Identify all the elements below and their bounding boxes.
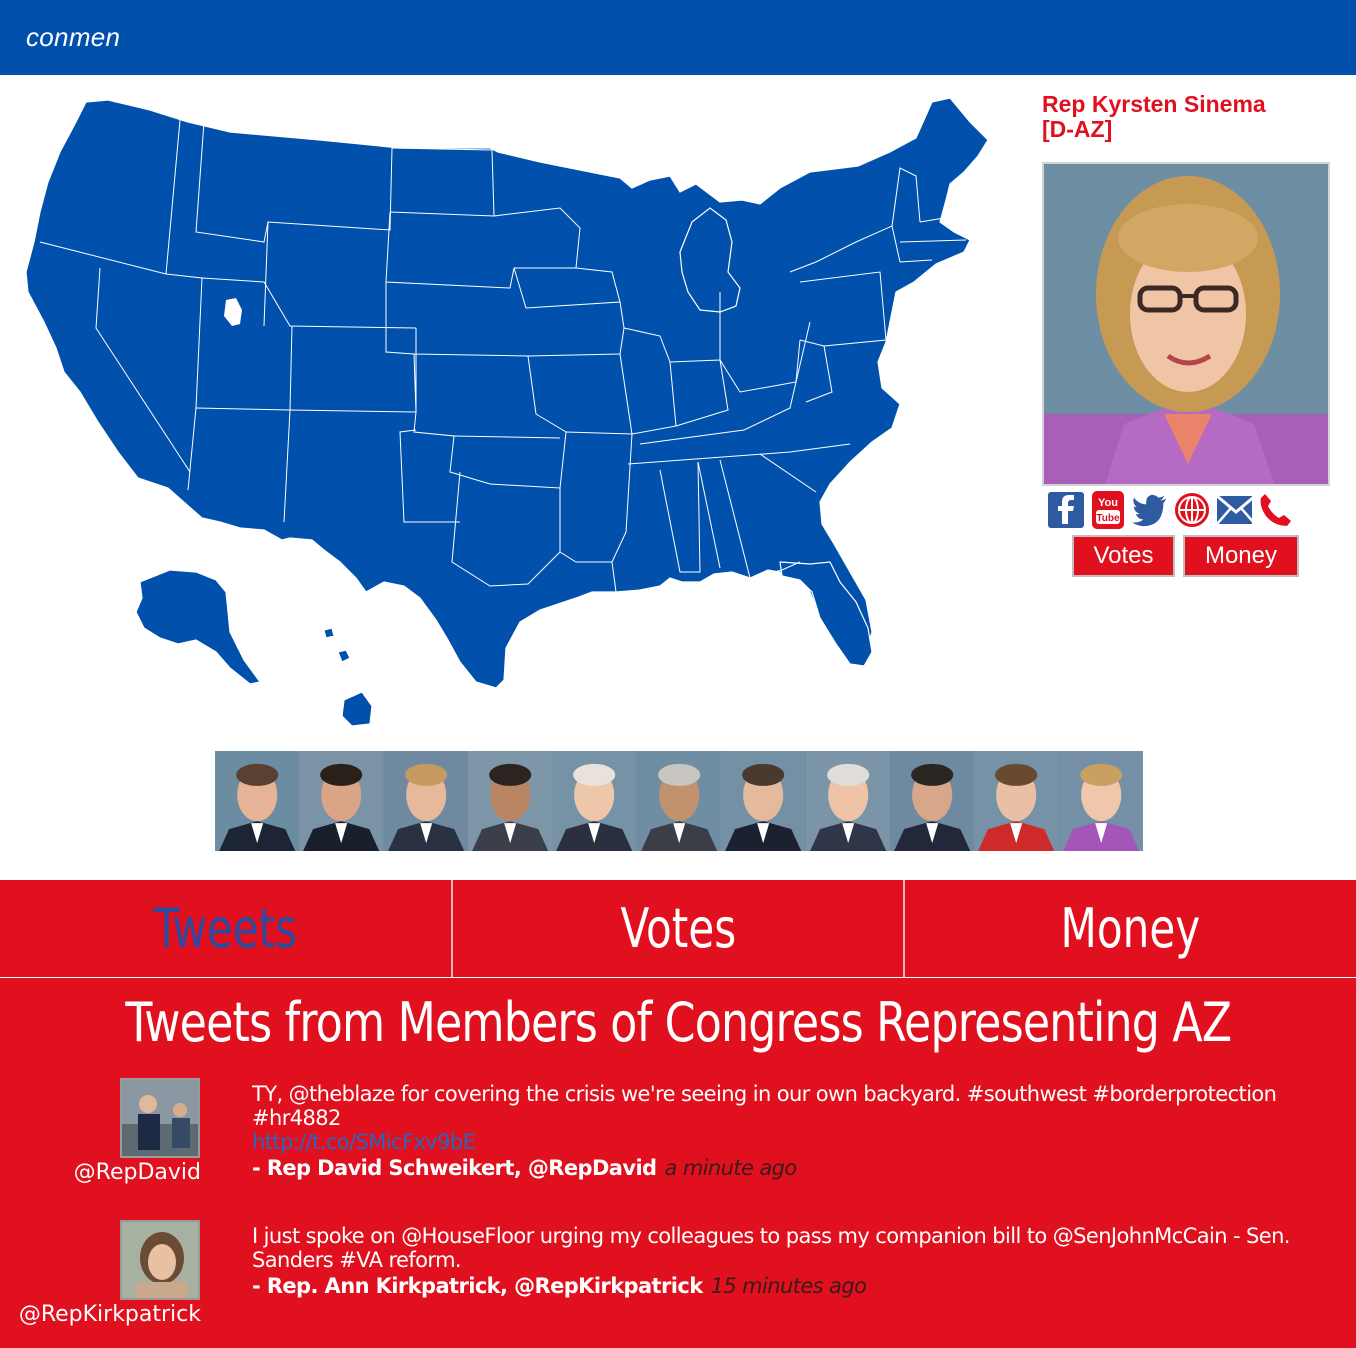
tweet-handle[interactable]: @RepKirkpatrick xyxy=(19,1302,201,1327)
us-map-svg[interactable] xyxy=(20,92,1000,732)
delegation-member-photo[interactable] xyxy=(215,751,300,851)
facebook-icon[interactable] xyxy=(1048,492,1084,528)
top-navbar: conmen xyxy=(0,0,1356,75)
tab-votes-wrap: Votes xyxy=(450,880,904,977)
youtube-icon[interactable]: You Tube xyxy=(1090,491,1126,529)
twitter-icon[interactable] xyxy=(1132,492,1168,528)
activity-section: Tweets Votes Money Tweets from Members o… xyxy=(0,879,1356,1348)
tweet-link[interactable]: http://t.co/SMicFxv9bE xyxy=(252,1130,1312,1154)
tweet-time[interactable]: a minute ago xyxy=(664,1156,797,1180)
tweet-author[interactable]: - Rep. Ann Kirkpatrick, @RepKirkpatrick xyxy=(252,1274,703,1298)
tweet-text: TY, @theblaze for covering the crisis we… xyxy=(252,1082,1277,1130)
delegation-member-photo[interactable] xyxy=(552,751,637,851)
delegation-member-photo[interactable] xyxy=(383,751,469,851)
tab-votes[interactable]: Votes xyxy=(502,897,854,960)
rep-party-state: [D-AZ] xyxy=(1042,116,1113,142)
us-map[interactable] xyxy=(20,92,1000,732)
tab-money[interactable]: Money xyxy=(955,897,1307,960)
section-title-text: Tweets from Members of Congress Represen… xyxy=(125,991,1232,1054)
delegation-photo-strip xyxy=(215,751,1143,851)
section-title: Tweets from Members of Congress Represen… xyxy=(0,991,1356,1054)
brand-logo[interactable]: conmen xyxy=(26,22,120,53)
hawaii-small-1 xyxy=(323,627,335,639)
tweet-avatar[interactable] xyxy=(120,1220,200,1300)
youtube-glyph-top: You xyxy=(1098,497,1118,509)
tab-tweets[interactable]: Tweets xyxy=(50,897,402,960)
tweet-meta: - Rep David Schweikert, @RepDavid a minut… xyxy=(252,1156,1312,1180)
delegation-member-photo[interactable] xyxy=(721,751,806,851)
email-icon[interactable] xyxy=(1216,492,1252,528)
rep-info-panel: Rep Kyrsten Sinema [D-AZ] You Tube Votes… xyxy=(1042,92,1342,577)
delegation-member-photo[interactable] xyxy=(805,751,890,851)
rep-action-buttons: Votes Money xyxy=(1072,535,1299,577)
website-icon[interactable] xyxy=(1174,492,1210,528)
tweet-avatar[interactable] xyxy=(120,1078,200,1158)
tweet-handle[interactable]: @RepDavid xyxy=(74,1160,201,1185)
delegation-member-photo[interactable] xyxy=(1058,751,1143,851)
tweet-meta: - Rep. Ann Kirkpatrick, @RepKirkpatrick 1… xyxy=(252,1274,1312,1298)
florida-shape[interactable] xyxy=(779,561,873,667)
rep-name: Rep Kyrsten Sinema [D-AZ] xyxy=(1042,92,1342,142)
tweet-time[interactable]: 15 minutes ago xyxy=(711,1274,867,1298)
rep-portrait xyxy=(1042,162,1330,486)
tweet-body: I just spoke on @HouseFloor urging my co… xyxy=(252,1224,1312,1298)
social-icons: You Tube xyxy=(1048,491,1338,532)
rep-portrait-image xyxy=(1044,164,1328,484)
delegation-member-photo[interactable] xyxy=(974,751,1059,851)
hawaii-small-2 xyxy=(337,649,351,663)
rep-votes-button[interactable]: Votes xyxy=(1072,535,1175,577)
delegation-member-photo[interactable] xyxy=(889,751,975,851)
tab-money-wrap: Money xyxy=(903,880,1356,977)
tweet-author[interactable]: - Rep David Schweikert, @RepDavid xyxy=(252,1156,657,1180)
hawaii-shape[interactable] xyxy=(341,691,373,727)
delegation-member-photo[interactable] xyxy=(636,751,722,851)
tweet-body: TY, @theblaze for covering the crisis we… xyxy=(252,1082,1312,1180)
activity-tabs: Tweets Votes Money xyxy=(0,879,1356,978)
tweet-text: I just spoke on @HouseFloor urging my co… xyxy=(252,1224,1290,1272)
alaska-shape[interactable] xyxy=(135,569,262,685)
delegation-member-photo[interactable] xyxy=(468,751,553,851)
rep-name-line1: Rep Kyrsten Sinema xyxy=(1042,91,1266,117)
tab-tweets-wrap: Tweets xyxy=(0,880,451,977)
youtube-glyph-bottom: Tube xyxy=(1096,513,1120,524)
rep-money-button[interactable]: Money xyxy=(1183,535,1299,577)
phone-icon[interactable] xyxy=(1258,492,1294,528)
delegation-member-photo[interactable] xyxy=(299,751,384,851)
